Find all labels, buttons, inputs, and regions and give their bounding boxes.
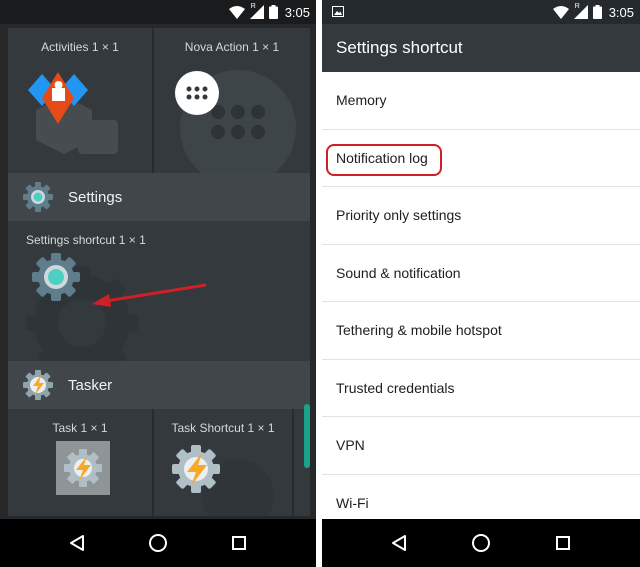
back-button[interactable]: [57, 523, 97, 563]
battery-icon: [592, 5, 602, 19]
cell-signal-icon: R: [249, 3, 264, 19]
battery-icon: [268, 5, 278, 19]
settings-list[interactable]: Memory Notification log Priority only se…: [322, 72, 640, 532]
settings-item-vpn[interactable]: VPN: [322, 417, 640, 475]
widget-tile-task[interactable]: Task 1 × 1: [8, 409, 154, 516]
status-time: 3:05: [608, 4, 634, 20]
wifi-icon: [552, 5, 569, 19]
widget-tile-nova-action[interactable]: Nova Action 1 × 1: [154, 28, 310, 173]
settings-item-label: Priority only settings: [336, 207, 462, 224]
app-drawer-icon: [175, 70, 296, 173]
widget-tile-settings-shortcut[interactable]: Settings shortcut 1 × 1: [8, 221, 310, 361]
settings-item-label: Tethering & mobile hotspot: [336, 322, 502, 339]
tasker-task-icon: [56, 441, 110, 495]
settings-gear-icon: [26, 253, 207, 361]
settings-item-tethering[interactable]: Tethering & mobile hotspot: [322, 302, 640, 360]
section-label: Settings: [68, 188, 123, 206]
navigation-bar: [322, 519, 640, 567]
section-header-tasker: Tasker: [8, 361, 310, 409]
widget-row: Task 1 × 1 Task Shortcut 1 × 1: [8, 409, 310, 516]
settings-item-label: Trusted credentials: [336, 379, 455, 396]
back-icon: [392, 535, 406, 551]
settings-gear-icon: [23, 182, 53, 212]
tasker-icon: [172, 445, 274, 516]
home-button[interactable]: [138, 523, 178, 563]
app-bar: Settings shortcut: [322, 24, 640, 72]
settings-item-label: Notification log: [336, 149, 428, 166]
widget-row: Activities 1 × 1 Nova Action 1 × 1: [8, 28, 310, 173]
settings-item-label: Sound & notification: [336, 264, 461, 281]
settings-item-label: Wi-Fi: [336, 494, 369, 511]
settings-shortcut-screen: R 3:05 Settings shortcut Memory Notifica…: [322, 0, 640, 567]
tasker-icon: [23, 370, 53, 400]
home-icon: [472, 534, 490, 552]
home-button[interactable]: [461, 523, 501, 563]
nova-puzzle-icon: [28, 72, 118, 154]
settings-item-sound-notification[interactable]: Sound & notification: [322, 245, 640, 302]
recents-button[interactable]: [543, 523, 583, 563]
back-icon: [69, 535, 84, 551]
wifi-icon: [228, 5, 245, 19]
page-title: Settings shortcut: [336, 38, 463, 57]
settings-item-priority-only[interactable]: Priority only settings: [322, 187, 640, 245]
back-button[interactable]: [379, 523, 419, 563]
section-header-settings: Settings: [8, 173, 310, 221]
navigation-bar: [0, 519, 316, 567]
recents-icon: [556, 536, 570, 550]
section-label: Tasker: [68, 376, 113, 394]
recents-button[interactable]: [219, 523, 259, 563]
status-time: 3:05: [284, 4, 310, 20]
settings-item-label: Memory: [336, 92, 387, 109]
status-bar: R 3:05: [0, 0, 316, 24]
widget-tile-activities[interactable]: Activities 1 × 1: [8, 28, 154, 173]
settings-item-label: VPN: [336, 437, 365, 454]
recents-icon: [232, 536, 247, 550]
widget-tile-task-shortcut[interactable]: Task Shortcut 1 × 1: [154, 409, 294, 516]
image-notification-icon: [332, 6, 344, 17]
cell-signal-icon: R: [573, 3, 588, 19]
status-bar: R 3:05: [322, 0, 640, 24]
settings-item-trusted-credentials[interactable]: Trusted credentials: [322, 360, 640, 417]
settings-item-notification-log[interactable]: Notification log: [322, 130, 640, 187]
widget-picker-screen: R 3:05 Activities 1 × 1 Nova Action 1 × …: [0, 0, 316, 567]
roaming-badge: R: [574, 3, 580, 10]
scrollbar-handle[interactable]: [304, 404, 310, 468]
settings-item-memory[interactable]: Memory: [322, 72, 640, 130]
widget-list[interactable]: Activities 1 × 1 Nova Action 1 × 1 Setti…: [8, 28, 310, 516]
home-icon: [148, 534, 167, 552]
roaming-badge: R: [250, 3, 256, 10]
